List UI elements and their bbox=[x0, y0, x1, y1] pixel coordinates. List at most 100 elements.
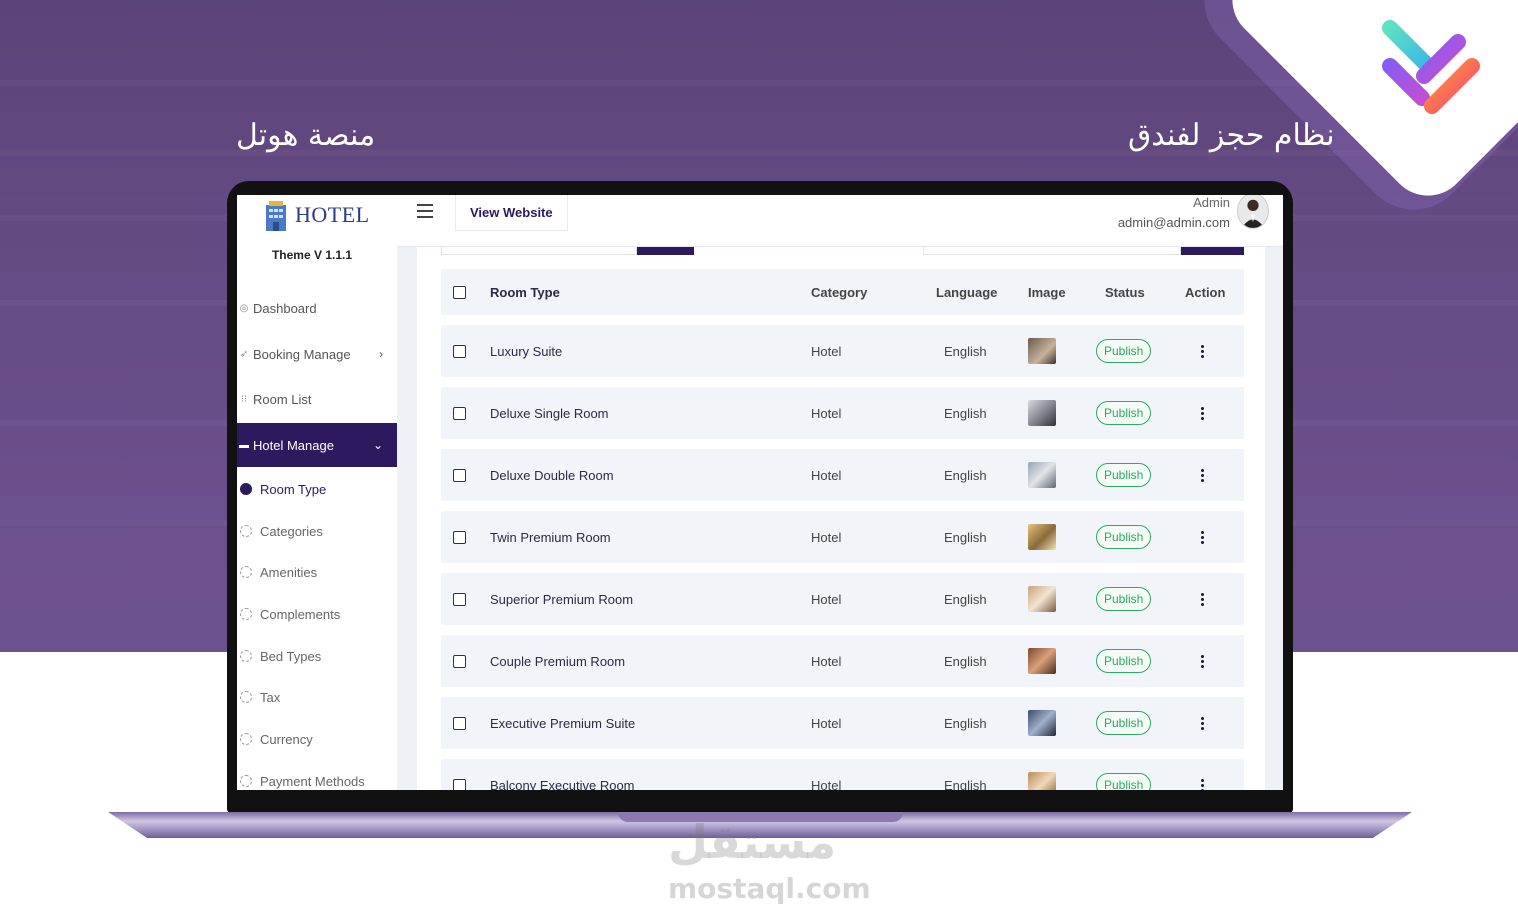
sidebar-item-hotel-manage[interactable]: ▬ Hotel Manage ⌄ bbox=[237, 423, 397, 467]
table-row[interactable]: Deluxe Single Room Hotel English Publish bbox=[441, 387, 1244, 439]
hotel-building-icon bbox=[266, 201, 286, 231]
row-checkbox[interactable] bbox=[453, 449, 467, 501]
column-header-action: Action bbox=[1185, 284, 1226, 300]
row-checkbox[interactable] bbox=[453, 697, 467, 749]
sidebar-subitem-tax[interactable]: Tax bbox=[237, 679, 397, 715]
column-header-category[interactable]: Category bbox=[811, 269, 867, 315]
background-stripe bbox=[0, 80, 1518, 86]
row-checkbox[interactable] bbox=[453, 759, 467, 790]
more-actions-icon[interactable] bbox=[1201, 468, 1205, 482]
category-cell: Hotel bbox=[811, 467, 842, 483]
more-actions-icon[interactable] bbox=[1201, 406, 1205, 420]
category-cell: Hotel bbox=[811, 529, 842, 545]
table-row[interactable]: Twin Premium Room Hotel English Publish bbox=[441, 511, 1244, 563]
sidebar-item-dashboard[interactable]: ◎ Dashboard bbox=[237, 286, 397, 330]
language-cell: English bbox=[944, 591, 987, 607]
sidebar-subitem-label: Amenities bbox=[260, 564, 318, 580]
sidebar-subitem-complements[interactable]: Complements bbox=[237, 596, 397, 632]
sidebar-subitem-amenities[interactable]: Amenities bbox=[237, 554, 397, 590]
radio-dot-icon bbox=[240, 691, 252, 703]
language-cell: English bbox=[944, 777, 987, 791]
status-badge[interactable]: Publish bbox=[1096, 587, 1152, 611]
avatar[interactable] bbox=[1237, 195, 1269, 229]
row-checkbox[interactable] bbox=[453, 573, 467, 625]
column-header-room-type[interactable]: Room Type bbox=[490, 269, 560, 315]
room-thumbnail bbox=[1028, 387, 1056, 439]
radio-dot-icon bbox=[240, 733, 252, 745]
status-badge[interactable]: Publish bbox=[1096, 711, 1152, 735]
table-row[interactable]: Balcony Executive Room Hotel English Pub… bbox=[441, 759, 1244, 790]
sidebar-subitem-label: Categories bbox=[260, 523, 323, 539]
sidebar-subitem-label: Bed Types bbox=[260, 648, 322, 664]
search-input[interactable] bbox=[441, 247, 637, 255]
select-all-checkbox[interactable] bbox=[453, 269, 467, 315]
sidebar-subitem-payment-methods[interactable]: Payment Methods bbox=[237, 763, 397, 790]
grid-icon: ⁝⁝ bbox=[240, 393, 248, 405]
table-row[interactable]: Deluxe Double Room Hotel English Publish bbox=[441, 449, 1244, 501]
language-cell: English bbox=[944, 529, 987, 545]
laptop-screen: HOTEL Theme V 1.1.1 ◎ Dashboard ➶ Bookin… bbox=[237, 195, 1283, 790]
column-header-status[interactable]: Status bbox=[1105, 269, 1145, 315]
table-row[interactable]: Couple Premium Room Hotel English Publis… bbox=[441, 635, 1244, 687]
chevron-right-icon: › bbox=[379, 347, 383, 361]
table-header: Room Type Category Language Image Status… bbox=[441, 269, 1244, 315]
search-button[interactable] bbox=[637, 247, 694, 255]
table-row[interactable]: Executive Premium Suite Hotel English Pu… bbox=[441, 697, 1244, 749]
room-type-cell: Superior Premium Room bbox=[490, 591, 634, 607]
status-badge[interactable]: Publish bbox=[1096, 649, 1152, 673]
sidebar-subitem-categories[interactable]: Categories bbox=[237, 513, 397, 549]
sidebar-subitem-label: Payment Methods bbox=[260, 773, 365, 789]
status-badge[interactable]: Publish bbox=[1096, 525, 1152, 549]
sidebar-subitem-currency[interactable]: Currency bbox=[237, 721, 397, 757]
room-type-cell: Luxury Suite bbox=[490, 343, 563, 359]
room-type-cell: Couple Premium Room bbox=[490, 653, 626, 669]
watermark-arabic: مستقل bbox=[668, 815, 837, 869]
sidebar-item-label: Hotel Manage bbox=[253, 437, 334, 453]
category-cell: Hotel bbox=[811, 777, 842, 791]
theme-version: Theme V 1.1.1 bbox=[271, 248, 353, 262]
more-actions-icon[interactable] bbox=[1201, 716, 1205, 730]
language-cell: English bbox=[944, 343, 987, 359]
room-thumbnail bbox=[1028, 449, 1056, 501]
topbar: View Website Admin admin@admin.com bbox=[397, 195, 1283, 247]
admin-name: Admin bbox=[1193, 195, 1230, 210]
column-header-language[interactable]: Language bbox=[936, 269, 997, 315]
more-actions-icon[interactable] bbox=[1201, 530, 1205, 544]
app-logo[interactable]: HOTEL bbox=[263, 199, 370, 231]
radio-dot-icon bbox=[240, 483, 252, 495]
more-actions-icon[interactable] bbox=[1201, 778, 1205, 790]
room-thumbnail bbox=[1028, 573, 1056, 625]
table-row[interactable]: Superior Premium Room Hotel English Publ… bbox=[441, 573, 1244, 625]
status-badge[interactable]: Publish bbox=[1096, 773, 1152, 790]
language-cell: English bbox=[944, 467, 987, 483]
row-checkbox[interactable] bbox=[453, 635, 467, 687]
view-website-button[interactable]: View Website bbox=[455, 195, 568, 231]
row-checkbox[interactable] bbox=[453, 511, 467, 563]
sidebar-subitem-room-type[interactable]: Room Type bbox=[237, 471, 397, 507]
sidebar-item-room-list[interactable]: ⁝⁝ Room List bbox=[237, 377, 397, 421]
sidebar-subitem-label: Complements bbox=[260, 606, 341, 622]
filter-button[interactable] bbox=[1181, 247, 1244, 255]
room-thumbnail bbox=[1028, 697, 1056, 749]
more-actions-icon[interactable] bbox=[1201, 344, 1205, 358]
table-row[interactable]: Luxury Suite Hotel English Publish bbox=[441, 325, 1244, 377]
status-badge[interactable]: Publish bbox=[1096, 339, 1152, 363]
language-cell: English bbox=[944, 653, 987, 669]
filter-input[interactable] bbox=[923, 247, 1181, 255]
sidebar-item-booking-manage[interactable]: ➶ Booking Manage › bbox=[237, 332, 397, 376]
menu-toggle-icon[interactable] bbox=[417, 204, 433, 218]
more-actions-icon[interactable] bbox=[1201, 592, 1205, 606]
row-checkbox[interactable] bbox=[453, 387, 467, 439]
radio-dot-icon bbox=[240, 608, 252, 620]
row-checkbox[interactable] bbox=[453, 325, 467, 377]
sidebar-subitem-bed-types[interactable]: Bed Types bbox=[237, 638, 397, 674]
main-content: Room Type Category Language Image Status… bbox=[417, 247, 1265, 790]
room-thumbnail bbox=[1028, 759, 1056, 790]
rocket-icon: ➶ bbox=[239, 348, 249, 360]
room-type-cell: Twin Premium Room bbox=[490, 529, 611, 545]
status-badge[interactable]: Publish bbox=[1096, 401, 1152, 425]
language-cell: English bbox=[944, 405, 987, 421]
more-actions-icon[interactable] bbox=[1201, 654, 1205, 668]
bed-icon: ▬ bbox=[239, 439, 249, 451]
status-badge[interactable]: Publish bbox=[1096, 463, 1152, 487]
